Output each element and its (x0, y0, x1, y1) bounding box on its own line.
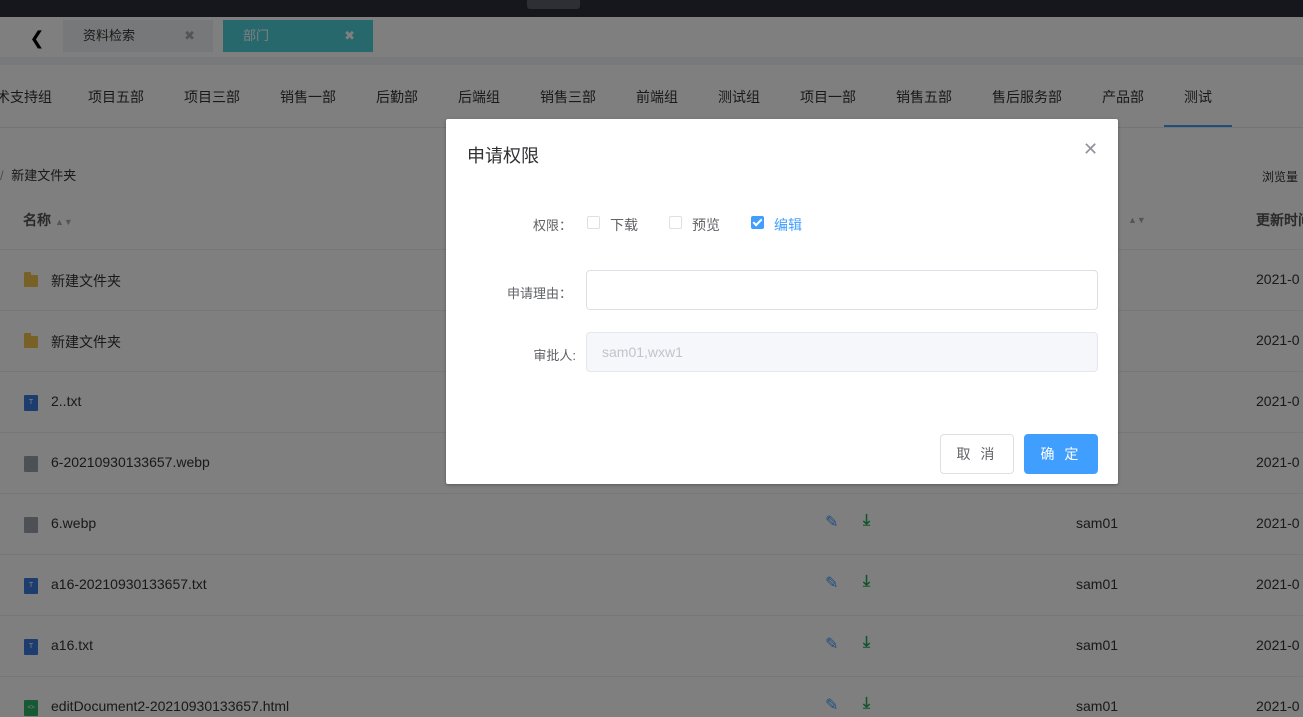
dialog-title: 申请权限 (467, 146, 539, 166)
edit-option-label[interactable]: 编辑 (774, 215, 802, 235)
confirm-button[interactable]: 确 定 (1024, 434, 1098, 474)
approver-field: sam01,wxw1 (586, 332, 1098, 372)
download-checkbox[interactable] (587, 216, 600, 229)
download-option-label[interactable]: 下载 (610, 215, 638, 235)
reason-input[interactable] (586, 270, 1098, 310)
approver-label: 审批人: (533, 348, 576, 363)
preview-checkbox[interactable] (669, 216, 682, 229)
preview-option-label[interactable]: 预览 (692, 215, 720, 235)
permission-label: 权限： (532, 218, 572, 233)
cancel-button[interactable]: 取 消 (940, 434, 1014, 474)
reason-label: 申请理由： (506, 286, 572, 301)
close-icon[interactable]: ✕ (1083, 139, 1098, 160)
edit-checkbox[interactable] (751, 216, 764, 229)
request-permission-dialog: 申请权限 ✕ 权限： 下载 预览 编辑 申请理由： 审批人: sam01,wxw… (446, 119, 1118, 484)
